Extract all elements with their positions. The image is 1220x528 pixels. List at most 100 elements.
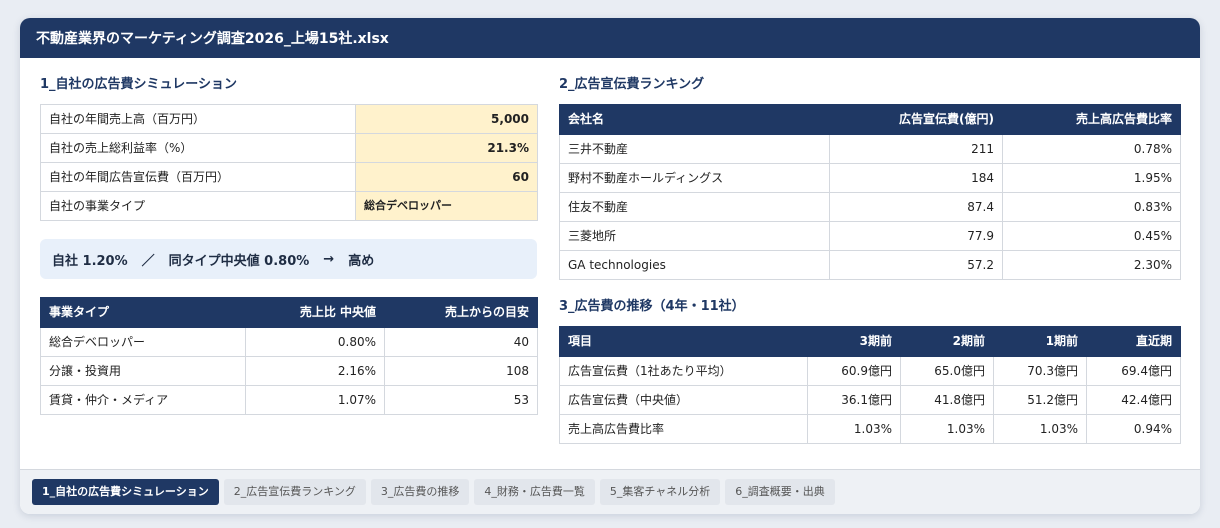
cell[interactable]: GA technologies [559,250,830,280]
column-header: 3期前 [807,326,901,357]
table-row: 売上高広告費比率 1.03% 1.03% 1.03% 0.94% [559,414,1181,444]
cell[interactable]: 184 [829,163,1003,193]
trend-title: 3_広告費の推移（4年・11社） [559,299,745,314]
cell[interactable]: 広告宣伝費（1社あたり平均） [559,356,808,386]
input-label: 自社の事業タイプ [40,191,356,221]
cell[interactable]: 1.03% [900,414,994,444]
cell[interactable]: 広告宣伝費（中央値） [559,385,808,415]
cell[interactable]: 0.78% [1002,134,1181,164]
arrow-icon: → [323,251,335,267]
cell[interactable]: 2.16% [245,356,385,386]
cell[interactable]: 42.4億円 [1086,385,1181,415]
cell[interactable]: 住友不動産 [559,192,830,222]
cell[interactable]: 1.03% [993,414,1087,444]
input-label: 自社の売上総利益率（%） [40,133,356,163]
cell[interactable]: 77.9 [829,221,1003,251]
column-header: 売上高広告費比率 [1002,104,1181,135]
self-ratio: 自社 1.20% [52,253,128,269]
ranking-title: 2_広告宣伝費ランキング [559,77,705,92]
table-row: 三井不動産 211 0.78% [559,134,1181,164]
table-row: 自社の年間売上高（百万円） 5,000 [40,104,538,134]
median-ratio: 同タイプ中央値 0.80% [168,253,310,269]
column-header: 2期前 [900,326,994,357]
tab-simulation[interactable]: 1_自社の広告費シミュレーション [32,479,219,505]
column-header: 広告宣伝費(億円) [829,104,1003,135]
cell[interactable]: 51.2億円 [993,385,1087,415]
table-row: 分譲・投資用 2.16% 108 [40,356,538,386]
tab-financials[interactable]: 4_財務・広告費一覧 [474,479,595,505]
input-label: 自社の年間売上高（百万円） [40,104,356,134]
annual-sales-cell[interactable]: 5,000 [355,104,538,134]
cell[interactable]: 1.07% [245,385,385,415]
cell[interactable]: 70.3億円 [993,356,1087,386]
cell[interactable]: 53 [384,385,538,415]
tab-channels[interactable]: 5_集客チャネル分析 [599,479,721,505]
trend-table: 項目 3期前 2期前 1期前 直近期 広告宣伝費（1社あたり平均） 60.9億円… [559,326,1181,444]
cell[interactable]: 1.95% [1002,163,1181,193]
table-row: 総合デベロッパー 0.80% 40 [40,327,538,357]
ad-spend-cell[interactable]: 60 [355,162,538,192]
input-label: 自社の年間広告宣伝費（百万円） [40,162,356,192]
cell[interactable]: 0.45% [1002,221,1181,251]
table-row: 広告宣伝費（中央値） 36.1億円 41.8億円 51.2億円 42.4億円 [559,385,1181,415]
table-row: GA technologies 57.2 2.30% [559,250,1181,280]
ranking-table: 会社名 広告宣伝費(億円) 売上高広告費比率 三井不動産 211 0.78% 野… [559,104,1181,280]
column-header: 売上比 中央値 [245,297,385,328]
sheet-content: 1_自社の広告費シミュレーション 自社の年間売上高（百万円） 5,000 自社の… [20,58,1200,470]
verdict: 高め [348,253,375,269]
table-row: 自社の売上総利益率（%） 21.3% [40,133,538,163]
window-title: 不動産業界のマーケティング調査2026_上場15社.xlsx [20,18,1200,58]
tab-ranking[interactable]: 2_広告宣伝費ランキング [223,479,366,505]
column-header: 1期前 [993,326,1087,357]
cell[interactable]: 65.0億円 [900,356,994,386]
ranking-section: 2_広告宣伝費ランキング 会社名 広告宣伝費(億円) 売上高広告費比率 三井不動… [559,76,1181,444]
cell[interactable]: 三井不動産 [559,134,830,164]
table-row: 賃貸・仲介・メディア 1.07% 53 [40,385,538,415]
cell[interactable]: 売上高広告費比率 [559,414,808,444]
cell[interactable]: 211 [829,134,1003,164]
column-header: 会社名 [559,104,830,135]
cell[interactable]: 87.4 [829,192,1003,222]
spreadsheet-window: 不動産業界のマーケティング調査2026_上場15社.xlsx 1_自社の広告費シ… [20,18,1200,514]
cell[interactable]: 1.03% [807,414,901,444]
cell[interactable]: 三菱地所 [559,221,830,251]
cell[interactable]: 36.1億円 [807,385,901,415]
cell[interactable]: 41.8億円 [900,385,994,415]
column-header: 売上からの目安 [384,297,538,328]
cell[interactable]: 60.9億円 [807,356,901,386]
cell[interactable]: 0.80% [245,327,385,357]
cell[interactable]: 2.30% [1002,250,1181,280]
gross-margin-cell[interactable]: 21.3% [355,133,538,163]
cell[interactable]: 総合デベロッパー [40,327,246,357]
table-row: 野村不動産ホールディングス 184 1.95% [559,163,1181,193]
tab-overview[interactable]: 6_調査概要・出典 [725,479,835,505]
table-header-row: 項目 3期前 2期前 1期前 直近期 [559,326,1181,357]
cell[interactable]: 賃貸・仲介・メディア [40,385,246,415]
business-type-cell[interactable]: 総合デベロッパー [355,191,538,221]
simulation-title: 1_自社の広告費シミュレーション [40,77,238,92]
simulation-section: 1_自社の広告費シミュレーション 自社の年間売上高（百万円） 5,000 自社の… [40,76,538,415]
column-header: 項目 [559,326,808,357]
business-type-table: 事業タイプ 売上比 中央値 売上からの目安 総合デベロッパー 0.80% 40 … [40,297,538,415]
cell[interactable]: 分譲・投資用 [40,356,246,386]
cell[interactable]: 0.94% [1086,414,1181,444]
table-header-row: 事業タイプ 売上比 中央値 売上からの目安 [40,297,538,328]
table-row: 住友不動産 87.4 0.83% [559,192,1181,222]
column-header: 事業タイプ [40,297,246,328]
separator: ／ [141,253,155,269]
sheet-tab-bar: 1_自社の広告費シミュレーション 2_広告宣伝費ランキング 3_広告費の推移 4… [20,469,1200,514]
column-header: 直近期 [1086,326,1181,357]
cell[interactable]: 69.4億円 [1086,356,1181,386]
tab-trend[interactable]: 3_広告費の推移 [370,479,470,505]
table-row: 三菱地所 77.9 0.45% [559,221,1181,251]
table-row: 広告宣伝費（1社あたり平均） 60.9億円 65.0億円 70.3億円 69.4… [559,356,1181,386]
cell[interactable]: 57.2 [829,250,1003,280]
comparison-summary: 自社 1.20% ／ 同タイプ中央値 0.80% → 高め [40,239,537,279]
table-header-row: 会社名 広告宣伝費(億円) 売上高広告費比率 [559,104,1181,135]
cell[interactable]: 野村不動産ホールディングス [559,163,830,193]
cell[interactable]: 108 [384,356,538,386]
cell[interactable]: 40 [384,327,538,357]
table-row: 自社の事業タイプ 総合デベロッパー [40,191,538,221]
cell[interactable]: 0.83% [1002,192,1181,222]
table-row: 自社の年間広告宣伝費（百万円） 60 [40,162,538,192]
